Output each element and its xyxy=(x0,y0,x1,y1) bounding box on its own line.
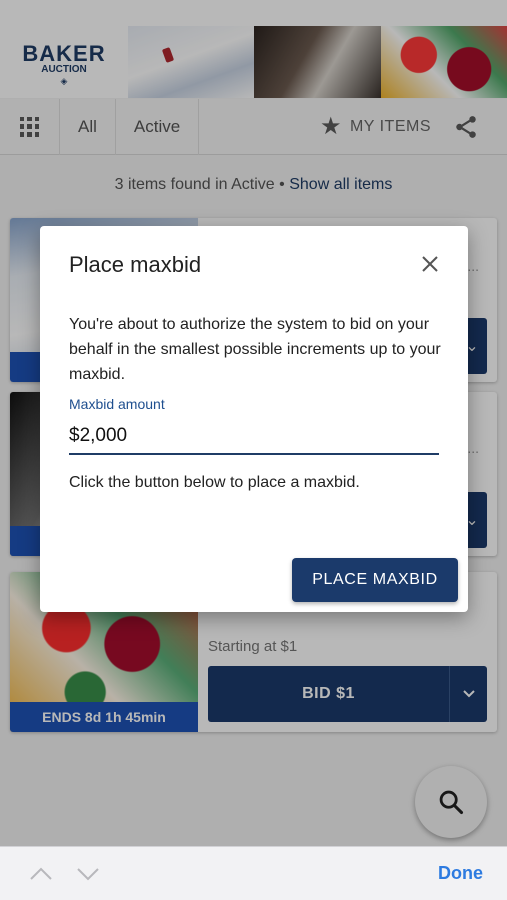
dialog-note: Click the button below to place a maxbid… xyxy=(69,474,360,491)
dialog-description: You're about to authorize the system to … xyxy=(69,316,441,383)
maxbid-amount-label: Maxbid amount xyxy=(69,396,165,412)
chevron-down-icon[interactable] xyxy=(75,864,101,884)
place-maxbid-button[interactable]: PLACE MAXBID xyxy=(292,558,458,602)
keyboard-accessory-bar: Done xyxy=(0,846,507,900)
dialog-title: Place maxbid xyxy=(69,252,202,277)
maxbid-amount-field xyxy=(69,419,439,455)
close-button[interactable] xyxy=(418,252,442,276)
done-button[interactable]: Done xyxy=(438,863,483,884)
place-maxbid-dialog: Place maxbid You're about to authorize t… xyxy=(40,226,468,612)
chevron-up-icon[interactable] xyxy=(28,864,54,884)
maxbid-amount-input[interactable] xyxy=(69,419,439,453)
close-icon xyxy=(422,256,438,272)
